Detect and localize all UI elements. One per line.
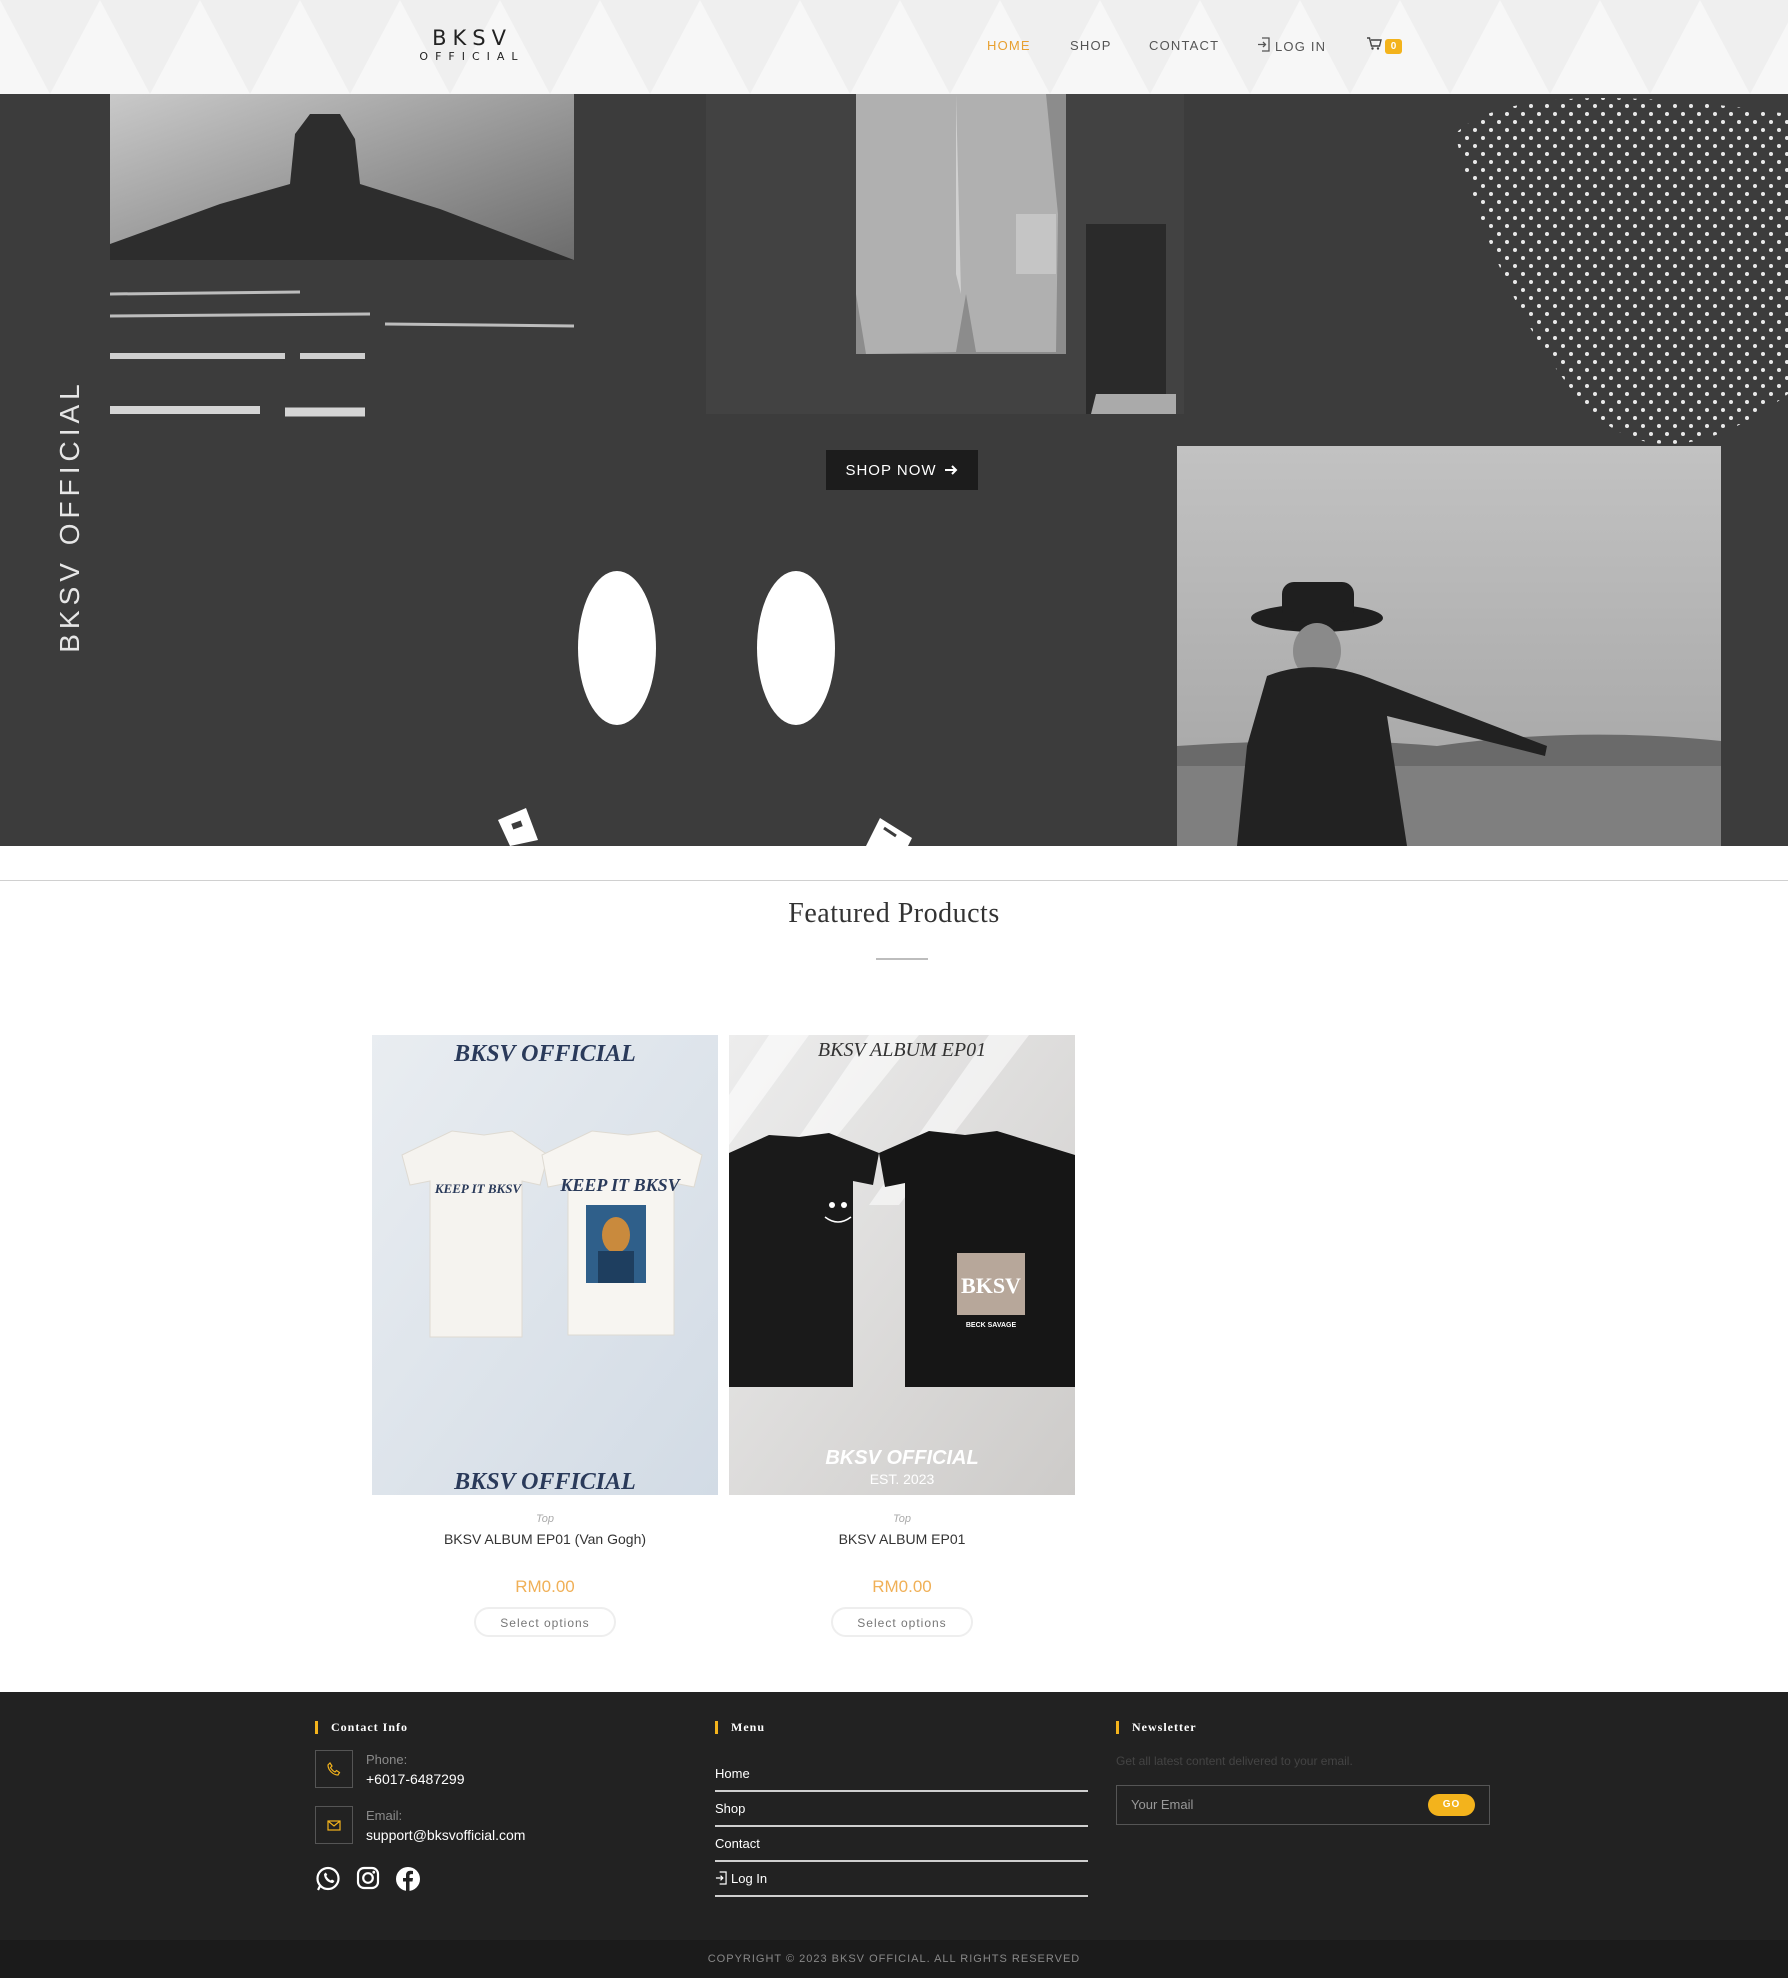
nav-login-label: LOG IN <box>1275 38 1327 54</box>
product-image[interactable]: BKSV BECK SAVAGE BKSV ALBUM EP01 BKSV OF… <box>729 1035 1075 1495</box>
hero-photo-suit <box>706 94 1184 414</box>
site-logo[interactable]: BKSV OFFICIAL <box>412 26 532 64</box>
facebook-icon[interactable] <box>395 1866 421 1897</box>
newsletter-title: Newsletter <box>1116 1720 1197 1735</box>
product-image-header: BKSV OFFICIAL <box>454 1041 636 1067</box>
phone-icon <box>315 1750 353 1788</box>
email-icon <box>315 1806 353 1844</box>
section-divider <box>0 880 1788 881</box>
footer-menu-label: Log In <box>731 1871 768 1886</box>
login-icon <box>715 1871 727 1888</box>
select-options-button[interactable]: Select options <box>474 1607 616 1637</box>
cart-icon <box>1366 36 1382 56</box>
footer-menu-home[interactable]: Home <box>715 1757 1088 1792</box>
product-price: RM0.00 <box>872 1577 932 1596</box>
footer-menu-login[interactable]: Log In <box>715 1862 1088 1897</box>
featured-title: Featured Products <box>788 898 1000 929</box>
footer-menu-label: Home <box>715 1766 750 1781</box>
product-name[interactable]: BKSV ALBUM EP01 <box>729 1531 1075 1547</box>
product-image-footer: BKSV OFFICIAL <box>454 1469 636 1495</box>
whatsapp-icon[interactable] <box>315 1866 341 1897</box>
hero-eye-left <box>578 571 656 725</box>
shop-now-label: SHOP NOW <box>845 461 937 479</box>
hero-letter-e-shape <box>866 818 912 846</box>
email-label: Email: <box>366 1808 403 1823</box>
product-card: BKSV BECK SAVAGE BKSV ALBUM EP01 BKSV OF… <box>729 1035 1075 1637</box>
product-name[interactable]: BKSV ALBUM EP01 (Van Gogh) <box>372 1531 718 1547</box>
hero-photo-hat <box>1177 446 1721 846</box>
shop-now-button[interactable]: SHOP NOW <box>826 450 978 490</box>
nav-contact[interactable]: CONTACT <box>1149 38 1219 54</box>
product-image-footer-sub: EST. 2023 <box>869 1471 935 1487</box>
shirt-print-sub: BECK SAVAGE <box>966 1322 1017 1329</box>
product-category[interactable]: Top <box>372 1513 718 1525</box>
nav-shop[interactable]: SHOP <box>1070 38 1112 54</box>
hero-banner: BKSV OFFICIAL SHOP NOW <box>0 94 1788 846</box>
newsletter-description: Get all latest content delivered to your… <box>1116 1754 1353 1768</box>
hero-eye-right <box>757 571 835 725</box>
arrow-right-icon <box>944 462 959 479</box>
logo-subtitle: OFFICIAL <box>419 50 525 63</box>
hero-vertical-brand: BKSV OFFICIAL <box>54 379 85 653</box>
site-footer: Contact Info Phone: +6017-6487299 Email:… <box>0 1692 1788 1940</box>
contact-info-title: Contact Info <box>315 1720 408 1735</box>
shirt-print-small: KEEP IT BKSV <box>434 1181 523 1196</box>
hero-photo-stairs <box>110 94 575 417</box>
phone-label: Phone: <box>366 1752 408 1767</box>
hero-letter-b-shape <box>498 808 538 846</box>
newsletter-go-button[interactable]: GO <box>1428 1794 1475 1816</box>
shirt-print-large: KEEP IT BKSV <box>559 1175 681 1195</box>
product-category[interactable]: Top <box>729 1513 1075 1525</box>
newsletter-email-field[interactable]: Your Email GO <box>1116 1785 1490 1825</box>
hero-dots-pattern <box>1455 98 1788 444</box>
cart-button[interactable]: 0 <box>1366 36 1402 56</box>
newsletter-email-placeholder[interactable]: Your Email <box>1131 1797 1193 1812</box>
product-image-header: BKSV ALBUM EP01 <box>817 1039 987 1061</box>
product-card: KEEP IT BKSV KEEP IT BKSV BKSV OFFICIAL … <box>372 1035 718 1637</box>
email-value[interactable]: support@bksvofficial.com <box>366 1827 525 1843</box>
menu-title: Menu <box>715 1720 765 1735</box>
phone-value[interactable]: +6017-6487299 <box>366 1771 465 1787</box>
shirt-print-logo: BKSV <box>961 1273 1021 1298</box>
logo-title: BKSV <box>432 26 512 50</box>
product-image[interactable]: KEEP IT BKSV KEEP IT BKSV BKSV OFFICIAL … <box>372 1035 718 1495</box>
footer-menu-contact[interactable]: Contact <box>715 1827 1088 1862</box>
copyright-text: COPYRIGHT © 2023 BKSV OFFICIAL. ALL RIGH… <box>0 1940 1788 1978</box>
footer-menu-shop[interactable]: Shop <box>715 1792 1088 1827</box>
product-price: RM0.00 <box>515 1577 575 1596</box>
site-header: BKSV OFFICIAL HOME SHOP CONTACT LOG IN 0 <box>0 0 1788 94</box>
footer-menu-label: Shop <box>715 1801 746 1816</box>
login-icon <box>1257 37 1270 56</box>
featured-title-underline <box>876 958 928 960</box>
footer-menu-label: Contact <box>715 1836 760 1851</box>
product-image-footer: BKSV OFFICIAL <box>825 1447 979 1469</box>
nav-home[interactable]: HOME <box>987 38 1031 54</box>
nav-login[interactable]: LOG IN <box>1257 37 1326 56</box>
instagram-icon[interactable] <box>356 1866 380 1895</box>
cart-count-badge: 0 <box>1385 38 1402 54</box>
header-pattern <box>0 0 1788 94</box>
select-options-button[interactable]: Select options <box>831 1607 973 1637</box>
